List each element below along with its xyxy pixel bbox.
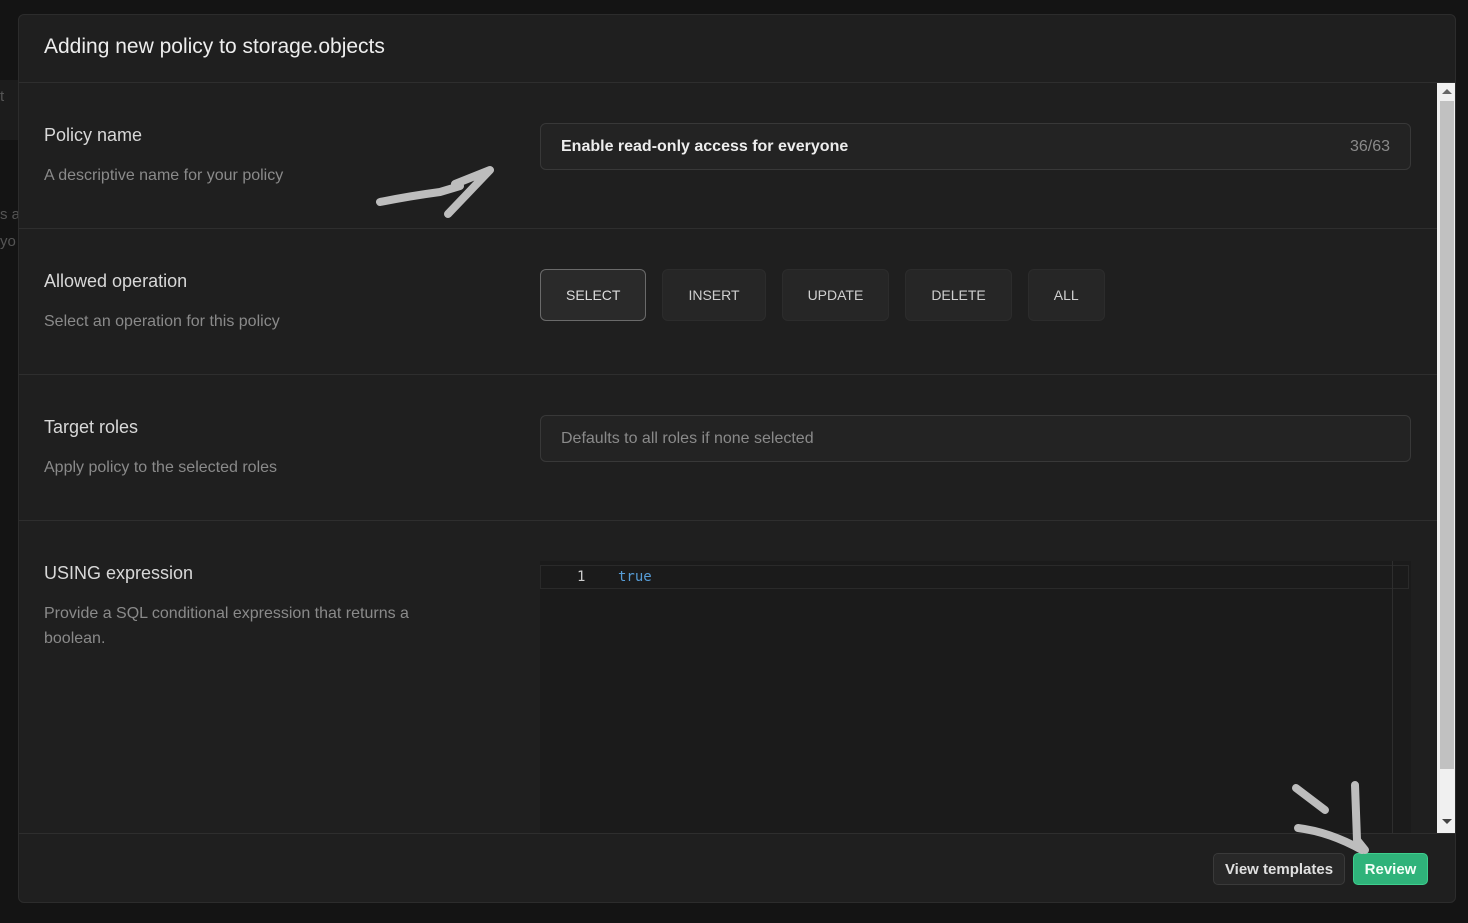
allowed-operation-section: Allowed operation Select an operation fo… [19, 229, 1437, 375]
policy-name-description: A descriptive name for your policy [44, 167, 284, 184]
target-roles-label: Target roles [44, 417, 139, 437]
background-text: t [0, 88, 5, 105]
operation-all-button[interactable]: ALL [1027, 269, 1105, 321]
editor-line: 1 true [540, 565, 1409, 589]
background-text: s a [0, 206, 21, 223]
modal-body: Policy name A descriptive name for your … [19, 83, 1437, 833]
operation-update-button[interactable]: UPDATE [781, 269, 890, 321]
target-roles-input[interactable]: Defaults to all roles if none selected [540, 415, 1411, 462]
scrollbar-thumb[interactable] [1440, 101, 1454, 769]
sql-editor[interactable]: 1 true [540, 561, 1411, 833]
operation-insert-button[interactable]: INSERT [662, 269, 766, 321]
allowed-operation-label: Allowed operation [44, 271, 188, 291]
policy-name-value: Enable read-only access for everyone [561, 137, 849, 155]
operation-selector: SELECT INSERT UPDATE DELETE ALL [540, 269, 1105, 321]
target-roles-placeholder: Defaults to all roles if none selected [561, 429, 814, 447]
target-roles-section: Target roles Apply policy to the selecte… [19, 375, 1437, 521]
code-text: true [618, 569, 652, 585]
line-number: 1 [577, 569, 586, 585]
modal-title: Adding new policy to storage.objects [19, 15, 1455, 83]
background-text: yo [0, 233, 16, 250]
view-templates-button[interactable]: View templates [1213, 853, 1345, 885]
using-expression-section: USING expression Provide a SQL condition… [19, 521, 1437, 833]
policy-name-section: Policy name A descriptive name for your … [19, 83, 1437, 229]
scroll-up-icon[interactable] [1442, 89, 1452, 94]
modal-footer: View templates Review [19, 833, 1455, 902]
policy-modal: Adding new policy to storage.objects Pol… [18, 14, 1456, 903]
review-button[interactable]: Review [1353, 853, 1428, 885]
policy-name-label: Policy name [44, 125, 143, 145]
policy-name-input[interactable]: Enable read-only access for everyone 36/… [540, 123, 1411, 170]
using-expression-description: Provide a SQL conditional expression tha… [44, 605, 409, 647]
operation-delete-button[interactable]: DELETE [905, 269, 1012, 321]
using-expression-label: USING expression [44, 563, 194, 583]
character-counter: 36/63 [1349, 137, 1390, 155]
operation-select-button[interactable]: SELECT [540, 269, 647, 321]
target-roles-description: Apply policy to the selected roles [44, 459, 278, 476]
scroll-down-icon[interactable] [1442, 819, 1452, 824]
editor-ruler [1392, 561, 1393, 833]
scrollbar[interactable] [1437, 83, 1455, 833]
allowed-operation-description: Select an operation for this policy [44, 313, 280, 330]
